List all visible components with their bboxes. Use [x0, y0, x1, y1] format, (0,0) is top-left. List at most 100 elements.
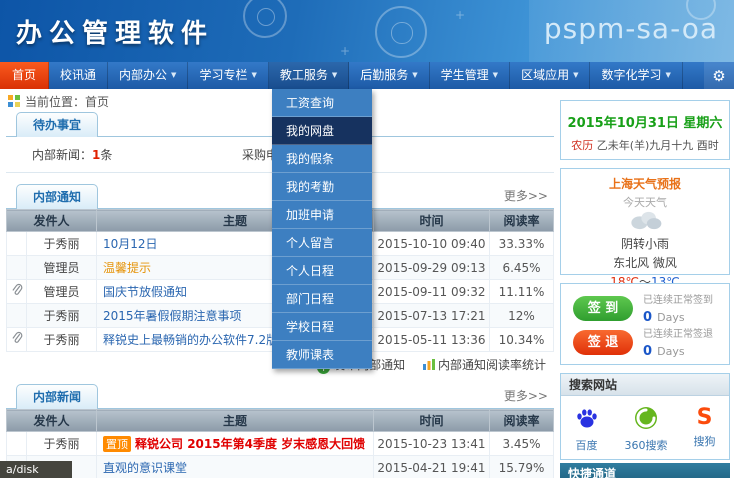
- news-more-link[interactable]: 更多>>: [504, 384, 548, 409]
- dropdown-item-my-attendance[interactable]: 我的考勤: [272, 173, 372, 201]
- news-table-header: 发件人 主题 时间 阅读率: [7, 410, 554, 432]
- news-panel: 内部新闻 更多>> 发件人 主题 时间 阅读率 于秀丽 置顶释锐公司 2015年…: [6, 384, 554, 478]
- notice-subject-link[interactable]: 国庆节放假通知: [103, 285, 187, 299]
- rate-cell: 11.11%: [490, 280, 554, 304]
- table-row: 于秀丽 置顶释锐公司 2015年第4季度 岁末感恩大回馈 2015-10-23 …: [7, 432, 554, 456]
- news-subject-link[interactable]: 释锐公司 2015年第4季度 岁末感恩大回馈: [135, 437, 365, 451]
- todo-unit: 条: [100, 148, 112, 162]
- nav-label: 数字化学习: [601, 68, 670, 82]
- rate-cell: 10.34%: [490, 328, 554, 352]
- dropdown-item-department-schedule[interactable]: 部门日程: [272, 285, 372, 313]
- notice-stats-link[interactable]: 内部通知阅读率统计: [423, 358, 546, 372]
- weather-condition: 阴转小雨: [561, 235, 729, 252]
- notice-subject-link[interactable]: 10月12日: [103, 237, 158, 251]
- site-label: 搜狗: [693, 433, 717, 449]
- nav-label: 首页: [12, 68, 36, 82]
- search-sites-panel: 搜索网站 百度 360搜索 S 搜狗: [560, 373, 730, 460]
- search-site-sogou[interactable]: S 搜狗: [693, 406, 717, 453]
- dropdown-item-school-schedule[interactable]: 学校日程: [272, 313, 372, 341]
- nav-label: 学习专栏: [199, 68, 256, 82]
- dropdown-item-my-netdisk[interactable]: 我的网盘: [272, 117, 372, 145]
- nav-item-home[interactable]: 首页: [0, 62, 49, 89]
- sign-out-desc: 已连续正常签退: [643, 325, 713, 340]
- paperclip-icon: [11, 331, 23, 345]
- nav-item-logistics-services[interactable]: 后勤服务: [349, 62, 429, 89]
- sign-in-row: 签 到 已连续正常签到 0 Days: [573, 291, 729, 325]
- time-cell: 2015-10-23 13:41: [374, 432, 490, 456]
- sender-cell: 于秀丽: [27, 328, 97, 352]
- nav-item-xiaoxuntong[interactable]: 校讯通: [49, 62, 108, 89]
- sogou-s-icon: S: [693, 406, 717, 430]
- sites-row: 百度 360搜索 S 搜狗: [561, 406, 729, 453]
- signin-panel: 签 到 已连续正常签到 0 Days 签 退 已连续正常签退 0 Days: [560, 283, 730, 365]
- dropdown-item-salary-query[interactable]: 工资查询: [272, 89, 372, 117]
- news-table: 发件人 主题 时间 阅读率 于秀丽 置顶释锐公司 2015年第4季度 岁末感恩大…: [6, 409, 554, 478]
- sign-out-count: 0: [643, 344, 652, 359]
- calendar-date: 2015年10月31日 星期六: [561, 112, 729, 131]
- time-cell: 2015-04-21 19:41: [374, 456, 490, 478]
- dropdown-item-personal-schedule[interactable]: 个人日程: [272, 257, 372, 285]
- col-rate: 阅读率: [490, 210, 554, 232]
- nav-item-internal-office[interactable]: 内部办公: [108, 62, 188, 89]
- plus-deco-icon: +: [455, 8, 465, 22]
- site-label: 百度: [574, 437, 600, 453]
- nav-label: 教工服务: [280, 68, 337, 82]
- settings-gear-icon[interactable]: [704, 62, 734, 89]
- col-rate: 阅读率: [490, 410, 554, 432]
- brand-text: pspm-sa-oa: [544, 12, 718, 45]
- nav-label: 后勤服务: [360, 68, 417, 82]
- search-site-baidu[interactable]: 百度: [574, 406, 600, 453]
- sign-out-info: 已连续正常签退 0 Days: [643, 325, 713, 359]
- nav-item-study-column[interactable]: 学习专栏: [188, 62, 268, 89]
- nav-item-digital-learning[interactable]: 数字化学习: [590, 62, 682, 89]
- table-row: 直观的意识课堂 2015-04-21 19:41 15.79%: [7, 456, 554, 478]
- dropdown-item-overtime-request[interactable]: 加班申请: [272, 201, 372, 229]
- attachment-cell: [7, 328, 27, 352]
- notice-more-link[interactable]: 更多>>: [504, 184, 548, 209]
- tab-todo[interactable]: 待办事宜: [16, 112, 98, 137]
- sender-cell: 于秀丽: [27, 232, 97, 256]
- dropdown-item-my-leave-slip[interactable]: 我的假条: [272, 145, 372, 173]
- search-site-360[interactable]: 360搜索: [625, 406, 668, 453]
- sign-out-button[interactable]: 签 退: [573, 330, 633, 355]
- calendar-panel: 2015年10月31日 星期六 农历 乙未年(羊)九月十九 酉时: [560, 100, 730, 160]
- nav-label: 校讯通: [60, 68, 96, 82]
- weather-panel: 上海天气预报 今天天气 阴转小雨 东北风 微风 18℃～13℃: [560, 168, 730, 275]
- tab-news[interactable]: 内部新闻: [16, 384, 98, 409]
- rate-cell: 6.45%: [490, 256, 554, 280]
- browser-status-bar: a/disk: [0, 461, 72, 478]
- notice-subject-link[interactable]: 2015年暑假假期注意事项: [103, 309, 242, 323]
- 360-search-icon: [634, 406, 658, 430]
- sign-in-count: 0: [643, 310, 652, 325]
- sign-out-unit: Days: [657, 345, 684, 358]
- tab-notice[interactable]: 内部通知: [16, 184, 98, 209]
- news-subject-link[interactable]: 直观的意识课堂: [103, 461, 187, 475]
- notice-subject-link[interactable]: 温馨提示: [103, 261, 151, 275]
- weather-wind: 东北风 微风: [561, 254, 729, 271]
- sender-cell: 于秀丽: [27, 304, 97, 328]
- rate-cell: 15.79%: [490, 456, 554, 478]
- nav-label: 区域应用: [521, 68, 578, 82]
- rate-cell: 12%: [490, 304, 554, 328]
- todo-item-news[interactable]: 内部新闻：1条: [32, 146, 242, 163]
- search-panel-title: 搜索网站: [561, 374, 729, 396]
- plus-deco-icon: +: [340, 44, 350, 58]
- app-header: + + 办公管理软件 pspm-sa-oa: [0, 0, 734, 62]
- sign-in-button[interactable]: 签 到: [573, 296, 633, 321]
- col-time: 时间: [374, 410, 490, 432]
- nav-item-staff-services[interactable]: 教工服务: [269, 62, 349, 89]
- dropdown-item-personal-message[interactable]: 个人留言: [272, 229, 372, 257]
- cloud-icon: [625, 210, 665, 230]
- col-subject: 主题: [97, 410, 374, 432]
- sender-cell: 于秀丽: [27, 432, 97, 456]
- sign-in-desc: 已连续正常签到: [643, 291, 713, 306]
- time-cell: 2015-09-11 09:32: [374, 280, 490, 304]
- breadcrumb: 当前位置：首页: [8, 92, 109, 110]
- sender-cell: 管理员: [27, 256, 97, 280]
- col-sender: 发件人: [7, 210, 97, 232]
- dropdown-item-teacher-timetable[interactable]: 教师课表: [272, 341, 372, 369]
- attachment-cell: [7, 304, 27, 328]
- nav-item-student-management[interactable]: 学生管理: [430, 62, 510, 89]
- location-grid-icon: [8, 95, 20, 107]
- nav-item-regional-apps[interactable]: 区域应用: [510, 62, 590, 89]
